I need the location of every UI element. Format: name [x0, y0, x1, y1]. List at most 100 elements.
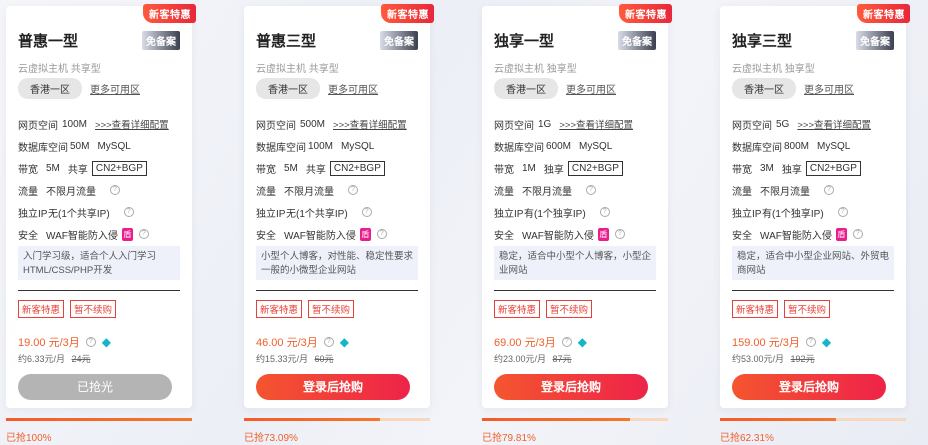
help-icon[interactable]: ?: [85, 337, 96, 347]
spec-label: 网页空间: [732, 120, 772, 132]
spec-value: 有(1个独享IP): [524, 208, 586, 220]
more-regions-link[interactable]: 更多可用区: [328, 81, 378, 96]
product-type: 云虚拟主机 共享型: [256, 64, 339, 75]
product-card: 新客特惠 独享三型 免备案 云虚拟主机 独享型 香港一区 更多可用区 网页空间 …: [720, 4, 910, 408]
spec-bandwidth: 带宽 5M 共享 CN2+BGP: [18, 157, 184, 179]
spec-value: WAF智能防入侵: [760, 230, 832, 242]
help-icon[interactable]: ?: [323, 337, 334, 347]
spec-value: 50M: [70, 140, 90, 152]
spec-value: 600M: [546, 140, 572, 152]
diamond-icon: ◆: [339, 335, 349, 349]
region-button[interactable]: 香港一区: [494, 77, 558, 99]
spec-value: 1G: [538, 118, 552, 130]
promo-tags: 新客特惠 暂不续购: [18, 300, 117, 318]
promo-tag-new-customer: 新客特惠: [494, 300, 541, 318]
line-type-badge: CN2+BGP: [805, 160, 861, 176]
login-to-buy-button[interactable]: 登录后抢购: [256, 374, 410, 400]
monthly-price: 约6.33元/月: [18, 354, 66, 364]
spec-value: 不限月流量: [522, 186, 572, 198]
sales-progress-bar: [720, 418, 906, 421]
help-icon[interactable]: ?: [805, 337, 816, 347]
view-config-link[interactable]: >>>查看详细配置: [333, 117, 407, 131]
spec-label: 流量: [18, 186, 38, 198]
sold-percentage: 已抢62.31%: [720, 433, 774, 444]
spec-database: 数据库空间 50M MySQL: [18, 135, 184, 157]
region-button[interactable]: 香港一区: [732, 77, 796, 99]
no-filing-badge: 免备案: [856, 31, 894, 50]
promo-tag-no-renewal: 暂不续购: [784, 300, 831, 318]
promo-tag-no-renewal: 暂不续购: [70, 300, 117, 318]
spec-security: 安全 WAF智能防入侵 盾 ?: [732, 223, 898, 245]
spec-value: 800M: [784, 140, 810, 152]
card-header: 独享一型 免备案: [494, 30, 656, 52]
help-icon[interactable]: ?: [824, 185, 834, 195]
shield-icon: 盾: [835, 227, 847, 241]
price-row: 69.00 元/3月 ? ◆: [494, 334, 587, 350]
promo-tag-new-customer: 新客特惠: [256, 300, 303, 318]
spec-db-type: MySQL: [817, 140, 851, 152]
spec-bandwidth: 带宽 5M 共享 CN2+BGP: [256, 157, 422, 179]
promo-tags: 新客特惠 暂不续购: [256, 300, 355, 318]
view-config-link[interactable]: >>>查看详细配置: [559, 117, 633, 131]
spec-label: 独立IP: [256, 208, 286, 220]
help-icon[interactable]: ?: [138, 229, 149, 239]
price: 159.00 元/3月: [732, 337, 800, 349]
no-filing-badge: 免备案: [618, 31, 656, 50]
spec-web-space: 网页空间 5G >>>查看详细配置: [732, 113, 898, 135]
more-regions-link[interactable]: 更多可用区: [566, 81, 616, 96]
help-icon[interactable]: ?: [110, 185, 120, 195]
promo-tag-no-renewal: 暂不续购: [308, 300, 355, 318]
help-icon[interactable]: ?: [852, 229, 863, 239]
spec-database: 数据库空间 100M MySQL: [256, 135, 422, 157]
help-icon[interactable]: ?: [614, 229, 625, 239]
spec-web-space: 网页空间 1G >>>查看详细配置: [494, 113, 660, 135]
sold-out-button[interactable]: 已抢光: [18, 374, 172, 400]
diamond-icon: ◆: [577, 335, 587, 349]
monthly-price: 约23.00元/月: [494, 354, 547, 364]
spec-value: 3M: [760, 162, 774, 174]
spec-value: WAF智能防入侵: [284, 230, 356, 242]
sold-percentage: 已抢73.09%: [244, 433, 298, 444]
help-icon[interactable]: ?: [123, 207, 134, 217]
sales-progress-fill: [482, 418, 631, 421]
price-row: 46.00 元/3月 ? ◆: [256, 334, 349, 350]
help-icon[interactable]: ?: [599, 207, 610, 217]
region-button[interactable]: 香港一区: [256, 77, 320, 99]
region-button[interactable]: 香港一区: [18, 77, 82, 99]
monthly-price: 约15.33元/月: [256, 354, 309, 364]
login-to-buy-button[interactable]: 登录后抢购: [494, 374, 648, 400]
spec-value: 5M: [284, 162, 298, 174]
help-icon[interactable]: ?: [586, 185, 596, 195]
spec-value: 不限月流量: [46, 186, 96, 198]
price-breakdown: 约53.00元/月 192元: [732, 352, 815, 365]
more-regions-link[interactable]: 更多可用区: [804, 81, 854, 96]
spec-value: 不限月流量: [760, 186, 810, 198]
price-breakdown: 约6.33元/月 24元: [18, 352, 91, 365]
spec-web-space: 网页空间 100M >>>查看详细配置: [18, 113, 184, 135]
spec-db-type: MySQL: [579, 140, 613, 152]
spec-database: 数据库空间 800M MySQL: [732, 135, 898, 157]
shield-icon: 盾: [597, 227, 609, 241]
help-icon[interactable]: ?: [376, 229, 387, 239]
spec-db-type: MySQL: [97, 140, 131, 152]
card-header: 普惠一型 免备案: [18, 30, 180, 52]
divider: [256, 290, 418, 291]
help-icon[interactable]: ?: [561, 337, 572, 347]
spec-bandwidth: 带宽 1M 独享 CN2+BGP: [494, 157, 660, 179]
spec-value: 不限月流量: [284, 186, 334, 198]
spec-security: 安全 WAF智能防入侵 盾 ?: [18, 223, 184, 245]
view-config-link[interactable]: >>>查看详细配置: [95, 117, 169, 131]
help-icon[interactable]: ?: [348, 185, 358, 195]
spec-security: 安全 WAF智能防入侵 盾 ?: [494, 223, 660, 245]
spec-label: 数据库空间: [18, 142, 68, 154]
spec-value: 5G: [776, 118, 790, 130]
help-icon[interactable]: ?: [361, 207, 372, 217]
spec-label: 独立IP: [732, 208, 762, 220]
help-icon[interactable]: ?: [837, 207, 848, 217]
line-type-badge: CN2+BGP: [329, 160, 385, 176]
login-to-buy-button[interactable]: 登录后抢购: [732, 374, 886, 400]
view-config-link[interactable]: >>>查看详细配置: [797, 117, 871, 131]
region-selector: 香港一区 更多可用区: [256, 77, 378, 99]
more-regions-link[interactable]: 更多可用区: [90, 81, 140, 96]
price-row: 19.00 元/3月 ? ◆: [18, 334, 111, 350]
